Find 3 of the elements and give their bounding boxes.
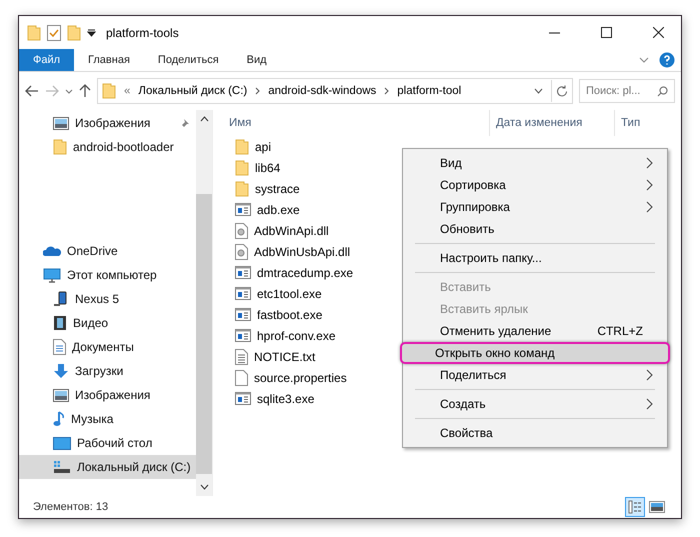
window-title: platform-tools [106,26,180,40]
item-count: Элементов: 13 [33,501,108,513]
shortcut: CTRL+Z [597,324,643,338]
